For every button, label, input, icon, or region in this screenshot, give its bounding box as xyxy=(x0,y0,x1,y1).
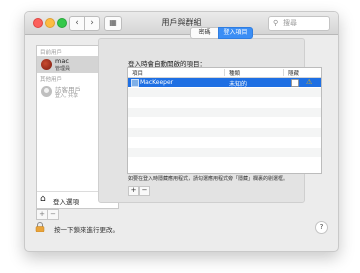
row-item-kind: 未知的 xyxy=(229,81,248,88)
table-row-empty xyxy=(128,98,321,107)
magnifier-icon: ⚲ xyxy=(273,19,279,27)
column-kind[interactable]: 種類 xyxy=(229,69,240,77)
tab-password[interactable]: 密碼 xyxy=(190,27,219,39)
hide-hint-text: 如要在登入時隱藏應用程式，請勾選應用程式旁「隱藏」欄裏的剔選框。 xyxy=(128,176,289,182)
hide-checkbox[interactable] xyxy=(291,79,299,87)
column-divider xyxy=(283,69,284,76)
mackeeper-app-icon xyxy=(131,79,139,87)
table-row-empty xyxy=(128,118,321,127)
login-items-table: 項目 種類 隱藏 MacKeeper 未知的 ⚠ xyxy=(127,67,322,174)
search-placeholder: 搜尋 xyxy=(283,19,297,27)
table-row-empty xyxy=(128,108,321,117)
column-hide[interactable]: 隱藏 xyxy=(288,69,299,77)
lock-instruction-text: 按一下鎖來進行更改。 xyxy=(54,226,119,234)
remove-user-button[interactable]: − xyxy=(47,209,59,220)
guest-avatar-icon xyxy=(41,86,52,97)
warning-icon: ⚠ xyxy=(306,78,313,86)
table-row-empty xyxy=(128,148,321,157)
login-options-label: 登入選項 xyxy=(53,198,79,206)
user-role: 登入, 共享 xyxy=(55,93,79,99)
table-row-empty xyxy=(128,158,321,167)
column-item[interactable]: 項目 xyxy=(132,69,143,77)
help-button[interactable]: ? xyxy=(315,221,328,234)
table-header: 項目 種類 隱藏 xyxy=(128,68,321,78)
lock-icon[interactable] xyxy=(35,222,45,232)
user-role: 管理員 xyxy=(55,66,71,72)
other-users-label: 其他用戶 xyxy=(40,77,63,83)
house-icon: ⌂ xyxy=(40,194,46,204)
titlebar: ‹ › ▦ 用戶與群組 ⚲ 搜尋 xyxy=(25,12,338,35)
user-name: mac xyxy=(55,57,69,65)
table-row[interactable]: MacKeeper 未知的 ⚠ xyxy=(128,78,321,88)
user-avatar xyxy=(41,59,52,70)
current-users-label: 目前用戶 xyxy=(40,50,63,56)
remove-login-item-button[interactable]: − xyxy=(139,186,150,196)
add-login-item-button[interactable]: + xyxy=(128,186,139,196)
column-divider xyxy=(224,69,225,76)
table-row-empty xyxy=(128,88,321,97)
tab-login-items[interactable]: 登入項目 xyxy=(218,27,253,39)
search-field[interactable]: ⚲ 搜尋 xyxy=(268,16,330,31)
row-item-name: MacKeeper xyxy=(140,79,174,86)
table-row-empty xyxy=(128,128,321,137)
table-row-empty xyxy=(128,138,321,147)
